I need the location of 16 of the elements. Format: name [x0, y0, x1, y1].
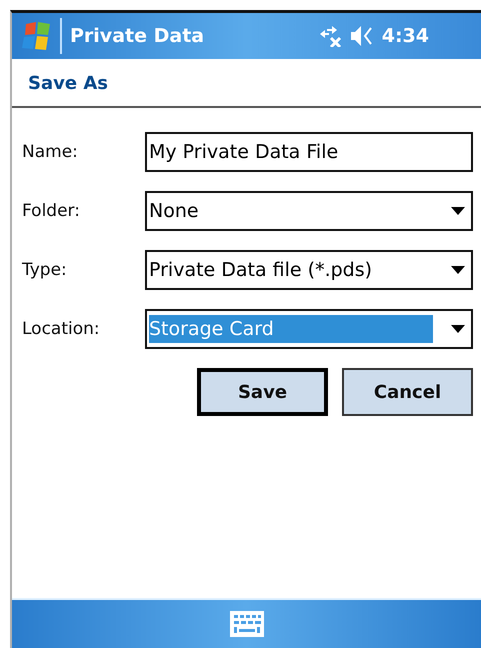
caret-icon [451, 266, 465, 274]
caret-icon [451, 325, 465, 333]
field-label: Folder: [22, 201, 81, 221]
save-button[interactable]: Save [197, 368, 328, 416]
speaker-muted-icon[interactable] [350, 25, 374, 47]
field-label: Type: [22, 260, 68, 280]
cancel-button[interactable]: Cancel [342, 368, 473, 416]
dialog-heading: Save As [28, 73, 108, 94]
keyboard-icon[interactable] [230, 611, 264, 637]
field-label: Location: [22, 319, 101, 339]
dropdown[interactable]: Private Data file (*.pds) [145, 250, 473, 290]
input-field[interactable]: My Private Data File [145, 132, 473, 172]
dropdown[interactable]: None [145, 191, 473, 231]
field-label: Name: [22, 142, 79, 162]
caret-icon [451, 207, 465, 215]
window-title: Private Data [70, 25, 206, 47]
